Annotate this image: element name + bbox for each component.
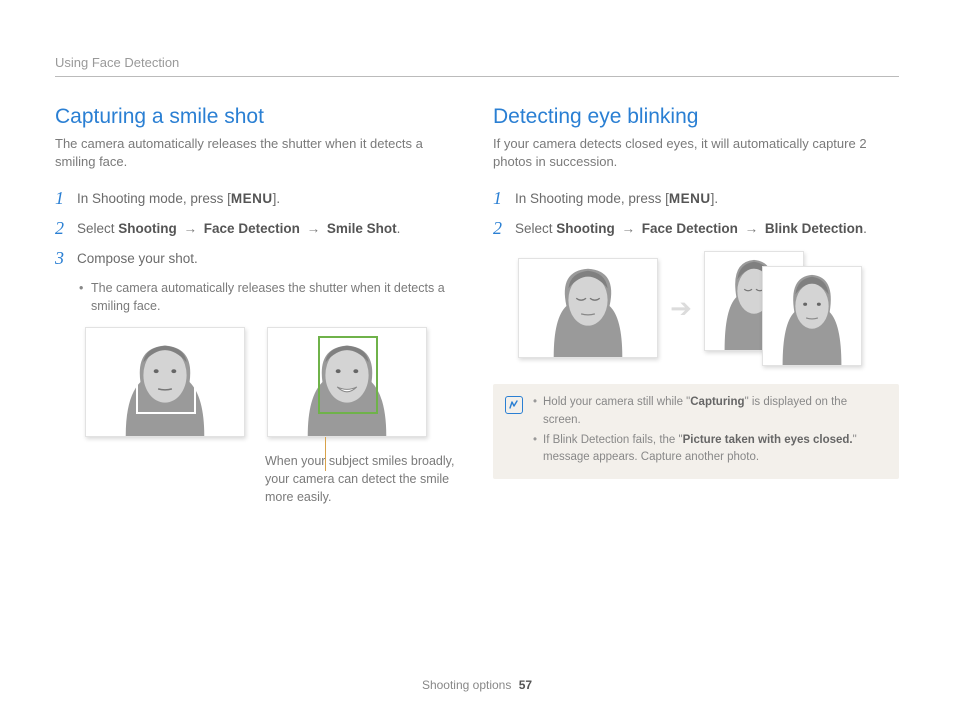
text: ]. <box>711 191 719 206</box>
text: In Shooting mode, press [ <box>77 191 231 206</box>
step-3: 3 Compose your shot. <box>55 249 461 269</box>
text: If Blink Detection fails, the " <box>543 434 683 446</box>
path-part: Face Detection <box>204 221 300 236</box>
page-number: 57 <box>519 678 532 692</box>
note-icon <box>505 396 523 414</box>
arrow-icon: → <box>307 221 321 236</box>
thumb-stack <box>704 251 874 366</box>
path-part: Shooting <box>556 221 614 236</box>
arrow-icon: → <box>745 221 759 236</box>
intro-blink: If your camera detects closed eyes, it w… <box>493 135 899 171</box>
step-number: 2 <box>493 219 515 239</box>
text-bold: Capturing <box>690 396 744 408</box>
intro-smile: The camera automatically releases the sh… <box>55 135 461 171</box>
footer-section: Shooting options <box>422 678 511 692</box>
face-illustration <box>763 267 861 365</box>
thumbnails-smile: When your subject smiles broadly, your c… <box>55 327 461 506</box>
sub-bullet: The camera automatically releases the sh… <box>77 279 461 315</box>
step-text: In Shooting mode, press [MENU]. <box>515 189 899 209</box>
thumb-smiling <box>267 327 427 437</box>
steps-smile: 1 In Shooting mode, press [MENU]. 2 Sele… <box>55 189 461 268</box>
face-illustration <box>519 259 657 357</box>
footer: Shooting options 57 <box>0 678 954 692</box>
path-part: Blink Detection <box>765 221 863 236</box>
text: Select <box>515 221 556 236</box>
step-2: 2 Select Shooting → Face Detection → Smi… <box>55 219 461 239</box>
menu-label: MENU <box>669 191 711 206</box>
path-part: Face Detection <box>642 221 738 236</box>
step-text: Select Shooting → Face Detection → Smile… <box>77 219 461 239</box>
sequence-arrow-icon: ➔ <box>670 293 692 324</box>
face-detect-box <box>136 336 196 414</box>
step-text: Select Shooting → Face Detection → Blink… <box>515 219 899 239</box>
note-list: Hold your camera still while "Capturing"… <box>533 394 887 469</box>
arrow-icon: → <box>622 221 636 236</box>
step-1: 1 In Shooting mode, press [MENU]. <box>55 189 461 209</box>
thumb-result-2 <box>762 266 862 366</box>
text: Select <box>77 221 118 236</box>
text: Hold your camera still while " <box>543 396 690 408</box>
left-column: Capturing a smile shot The camera automa… <box>55 105 461 506</box>
step-1: 1 In Shooting mode, press [MENU]. <box>493 189 899 209</box>
breadcrumb: Using Face Detection <box>55 55 899 77</box>
step-number: 2 <box>55 219 77 239</box>
path-part: Smile Shot <box>327 221 397 236</box>
section-title-smile: Capturing a smile shot <box>55 105 461 129</box>
step-2: 2 Select Shooting → Face Detection → Bli… <box>493 219 899 239</box>
note-item: Hold your camera still while "Capturing"… <box>533 394 887 430</box>
right-column: Detecting eye blinking If your camera de… <box>493 105 899 506</box>
section-title-blink: Detecting eye blinking <box>493 105 899 129</box>
menu-label: MENU <box>231 191 273 206</box>
thumb-eyes-closed <box>518 258 658 358</box>
steps-blink: 1 In Shooting mode, press [MENU]. 2 Sele… <box>493 189 899 239</box>
thumbnails-blink: ➔ <box>493 251 899 366</box>
step-text: In Shooting mode, press [MENU]. <box>77 189 461 209</box>
arrow-icon: → <box>184 221 198 236</box>
face-detect-box-active <box>318 336 378 414</box>
path-part: Shooting <box>118 221 176 236</box>
text-bold: Picture taken with eyes closed. <box>683 434 853 446</box>
step-number: 3 <box>55 249 77 269</box>
text: ]. <box>273 191 281 206</box>
text: In Shooting mode, press [ <box>515 191 669 206</box>
note-box: Hold your camera still while "Capturing"… <box>493 384 899 479</box>
note-item: If Blink Detection fails, the "Picture t… <box>533 432 887 468</box>
step-number: 1 <box>55 189 77 209</box>
step-text: Compose your shot. <box>77 249 461 269</box>
content-columns: Capturing a smile shot The camera automa… <box>55 105 899 506</box>
thumb-neutral <box>85 327 245 437</box>
step-number: 1 <box>493 189 515 209</box>
callout-line <box>325 437 326 471</box>
caption-smile: When your subject smiles broadly, your c… <box>265 452 465 506</box>
